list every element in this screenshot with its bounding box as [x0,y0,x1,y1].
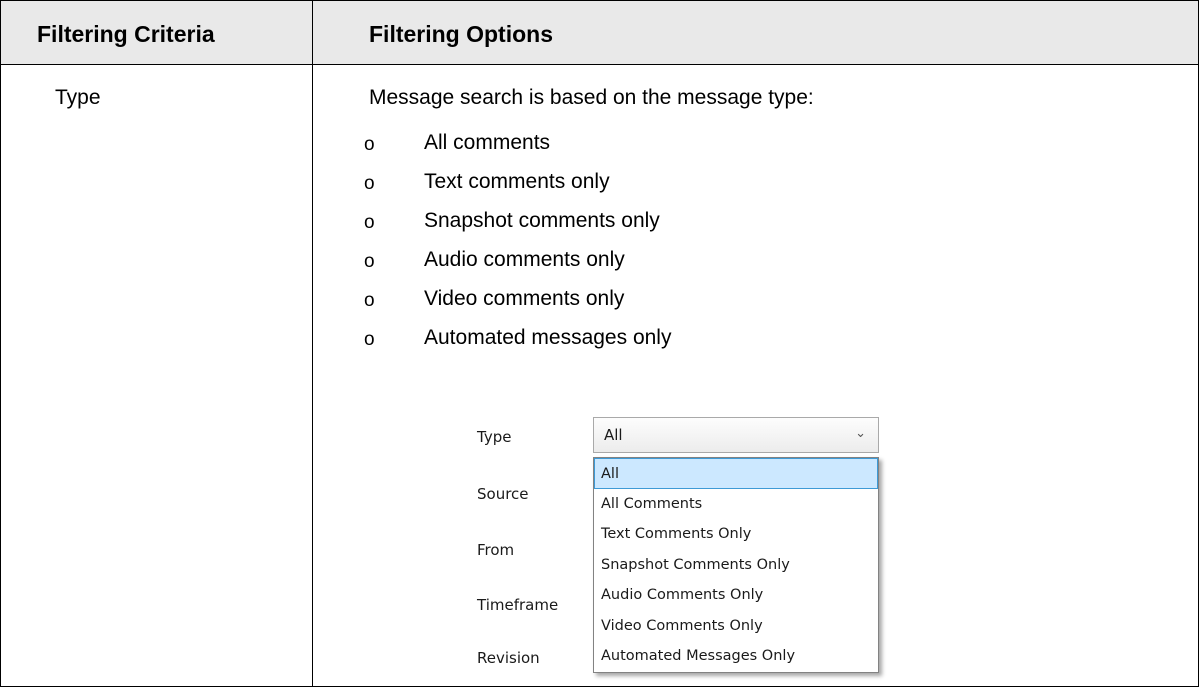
type-dropdown-list: All All Comments Text Comments Only Snap… [593,457,879,673]
dropdown-option-audio-comments[interactable]: Audio Comments Only [594,580,878,611]
option-text: Text comments only [424,170,610,193]
timeframe-label: Timeframe [477,596,559,614]
criterion-description: Message search is based on the message t… [369,86,814,109]
criterion-type: Type [55,86,101,109]
bullet-circle-icon: o [364,173,375,194]
bullet-circle-icon: o [364,212,375,233]
dropdown-option-all-comments[interactable]: All Comments [594,489,878,520]
bullet-circle-icon: o [364,134,375,155]
type-select[interactable]: All ⌄ [593,417,879,453]
dropdown-option-video-comments[interactable]: Video Comments Only [594,611,878,642]
revision-label: Revision [477,649,540,667]
option-text: All comments [424,131,551,154]
bullet-circle-icon: o [364,329,375,350]
option-text: Automated messages only [424,326,672,349]
bullet-circle-icon: o [364,251,375,272]
option-text: Audio comments only [424,248,625,271]
type-select-value: All [604,426,623,444]
header-filtering-criteria: Filtering Criteria [37,21,215,47]
dropdown-option-snapshot-comments[interactable]: Snapshot Comments Only [594,550,878,581]
dropdown-option-automated-messages[interactable]: Automated Messages Only [594,641,878,672]
column-divider [312,1,313,686]
filter-panel-screenshot: Type Source From Timeframe Revision All … [471,411,891,687]
table-header-row: Filtering Criteria Filtering Options [1,1,1198,65]
dropdown-option-text-comments[interactable]: Text Comments Only [594,519,878,550]
from-label: From [477,541,515,559]
option-text: Snapshot comments only [424,209,660,232]
bullet-circle-icon: o [364,290,375,311]
type-label: Type [477,428,512,446]
header-filtering-options: Filtering Options [369,21,553,47]
source-label: Source [477,485,529,503]
filtering-table: Filtering Criteria Filtering Options Typ… [0,0,1199,687]
chevron-down-icon[interactable]: ⌄ [855,426,866,441]
dropdown-option-all[interactable]: All [594,458,878,489]
option-text: Video comments only [424,287,625,310]
